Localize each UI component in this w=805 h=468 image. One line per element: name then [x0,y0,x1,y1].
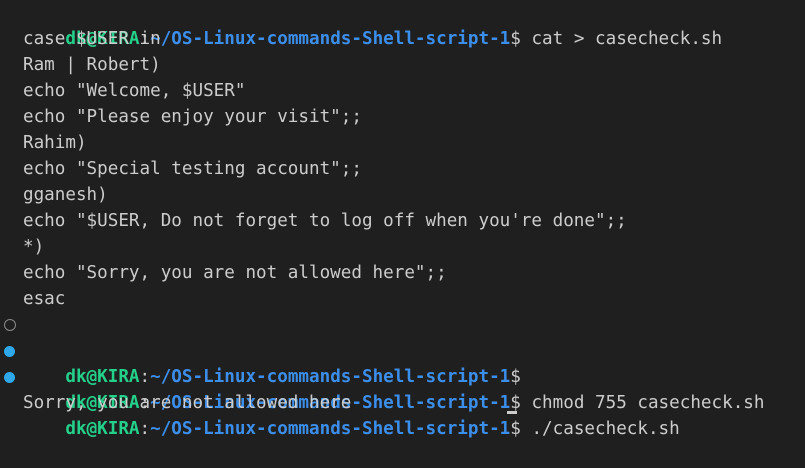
output-text: echo "Please enjoy your visit";; [23,107,362,127]
output-text: echo "$USER, Do not forget to log off wh… [23,211,627,231]
terminal-line-prompt: dk@KIRA:~/OS-Linux-commands-Shell-script… [0,338,805,413]
prompt-path: ~/OS-Linux-commands-Shell-script-1 [150,419,511,439]
output-text: case $USER in [23,29,161,49]
output-text: Sorry, you are not allowed here [23,393,352,413]
terminal-output-line: Ram | Robert) [0,52,805,78]
terminal-output-line: Rahim) [0,130,805,156]
terminal-output-line: *) [0,234,805,260]
output-text: Rahim) [23,133,87,153]
terminal-output-line: echo "$USER, Do not forget to log off wh… [0,208,805,234]
terminal-line-prompt: dk@KIRA:~/OS-Linux-commands-Shell-script… [0,0,805,49]
output-text: echo "Sorry, you are not allowed here";; [23,263,447,283]
terminal-output-line: echo "Sorry, you are not allowed here";; [0,260,805,286]
prompt-colon: : [139,419,151,439]
output-text: esac [23,289,66,309]
terminal-line-prompt: dk@KIRA:~/OS-Linux-commands-Shell-script… [0,364,805,439]
terminal-output-line: Sorry, you are not allowed here [0,390,805,416]
terminal-window[interactable]: dk@KIRA:~/OS-Linux-commands-Shell-script… [0,0,805,439]
terminal-output-line: esac [0,286,805,312]
prompt-symbol: $ [510,419,521,439]
output-text: *) [23,237,45,257]
command-success-dot-icon[interactable] [4,372,15,383]
terminal-output-line: echo "Welcome, $USER" [0,78,805,104]
terminal-cursor [507,411,517,414]
prompt-user-host: dk@KIRA [65,419,140,439]
command-text: ./casecheck.sh [520,419,680,439]
terminal-line-prompt: dk@KIRA:~/OS-Linux-commands-Shell-script… [0,312,805,387]
output-text: echo "Welcome, $USER" [23,81,246,101]
terminal-output-line: case $USER in [0,26,805,52]
output-text: Ram | Robert) [23,55,161,75]
command-status-circle-icon[interactable] [4,319,16,331]
terminal-output-line: echo "Special testing account";; [0,156,805,182]
command-success-dot-icon[interactable] [4,346,15,357]
output-text: gganesh) [23,185,108,205]
terminal-output-line: echo "Please enjoy your visit";; [0,104,805,130]
terminal-output-line: gganesh) [0,182,805,208]
output-text: echo "Special testing account";; [23,159,362,179]
